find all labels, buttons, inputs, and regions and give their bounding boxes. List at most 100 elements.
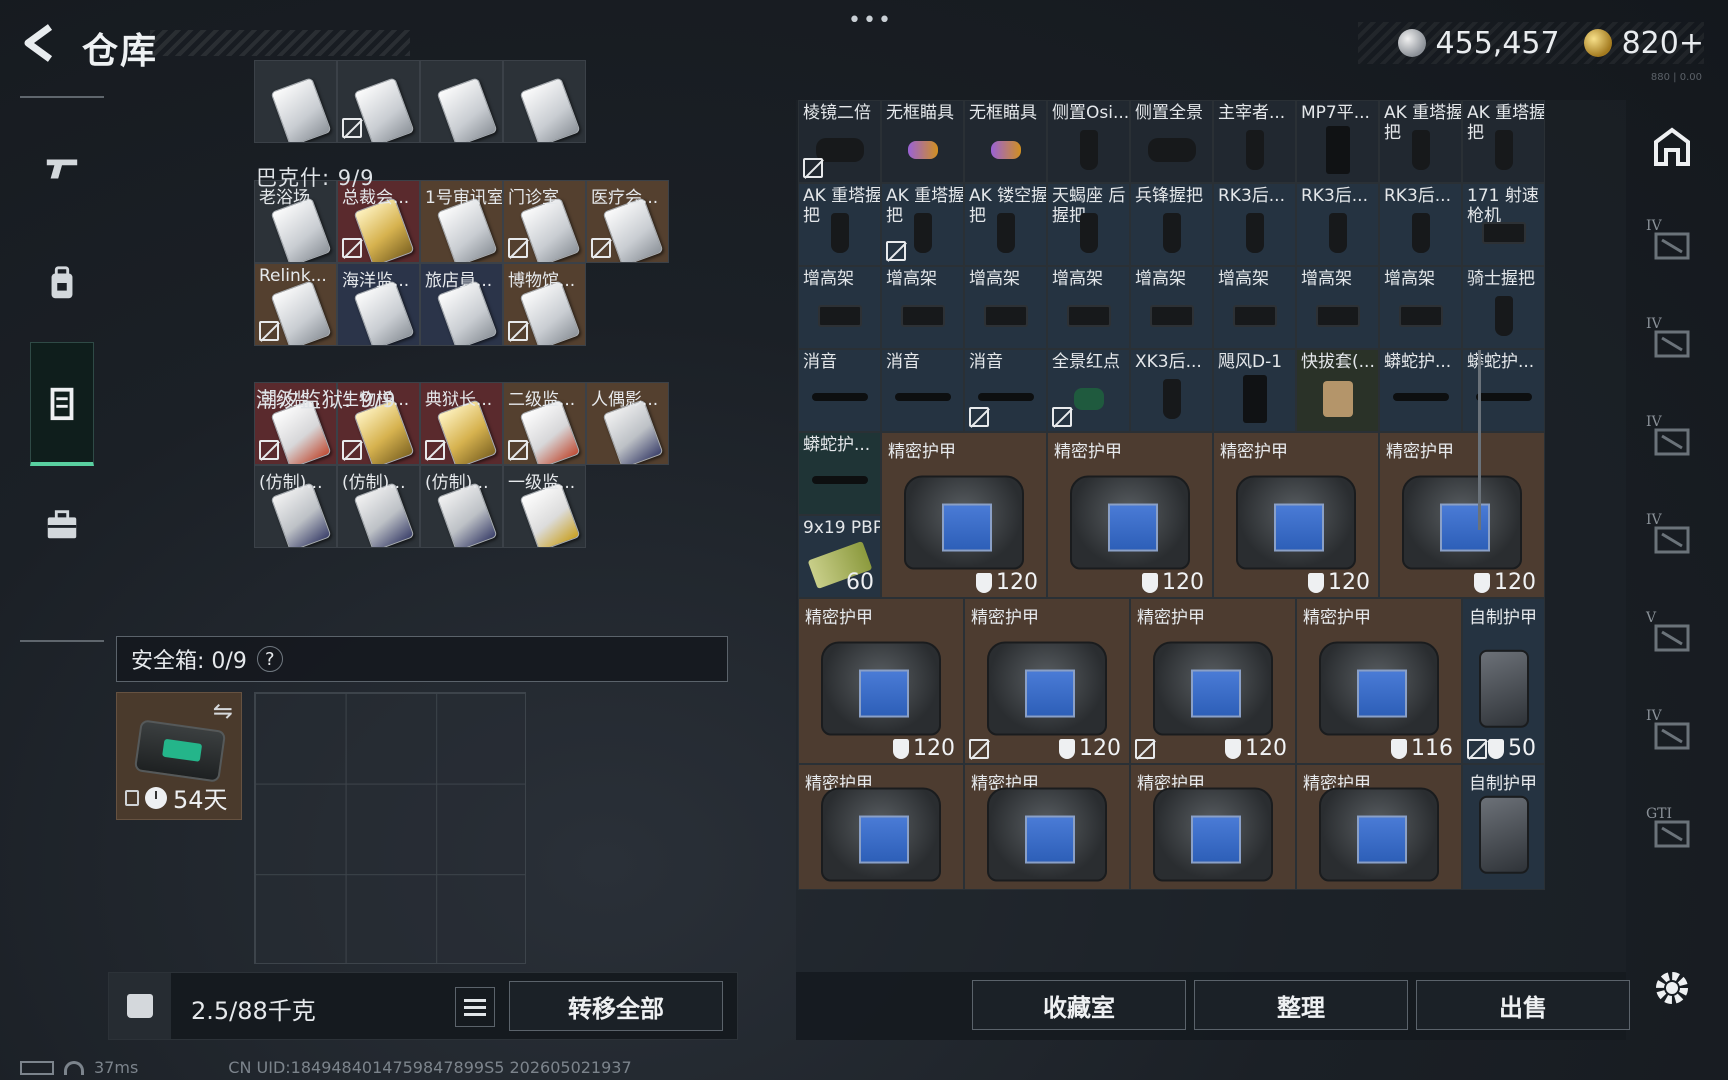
attachment-slot[interactable]: 无框瞄具 — [881, 100, 964, 183]
key-card-slot[interactable] — [503, 60, 586, 143]
side-facility-4[interactable]: IV — [1646, 512, 1698, 564]
armor-slot[interactable]: 精密护甲 — [1130, 764, 1296, 890]
armor-slot[interactable]: 精密护甲 — [964, 764, 1130, 890]
key-card-slot[interactable]: 人偶影... — [586, 382, 669, 465]
side-facility-6[interactable]: IV — [1646, 708, 1698, 760]
ammo-slot[interactable]: 9x19 PBP 60 — [798, 515, 881, 598]
armor-slot[interactable]: 自制护甲 50 — [1462, 598, 1545, 764]
side-facility-0[interactable] — [1646, 120, 1698, 172]
attachment-slot[interactable]: 兵锋握把 — [1130, 183, 1213, 266]
armor-slot[interactable]: 精密护甲 120 — [1213, 432, 1379, 598]
attachment-slot[interactable]: 增高架 — [1130, 266, 1213, 349]
key-card-slot[interactable]: 二级监... — [503, 382, 586, 465]
key-card-slot[interactable]: 总裁会... — [337, 180, 420, 263]
nav-weapons[interactable] — [30, 134, 94, 204]
attachment-slot[interactable]: RK3后... — [1213, 183, 1296, 266]
attachment-slot[interactable]: AK 重塔握把 — [798, 183, 881, 266]
armor-slot[interactable]: 自制护甲 — [1462, 764, 1545, 890]
armor-slot[interactable]: 精密护甲 116 — [1296, 598, 1462, 764]
safe-box-item[interactable]: ⇋ 54天 — [116, 692, 242, 820]
safe-box-slots[interactable] — [254, 692, 526, 964]
key-card-slot[interactable]: Relink... — [254, 263, 337, 346]
key-card-slot[interactable]: (仿制)... — [254, 465, 337, 548]
key-card-slot[interactable]: 博物馆... — [503, 263, 586, 346]
attachment-slot[interactable]: 快拔套(... — [1296, 349, 1379, 432]
armor-slot[interactable]: 精密护甲 120 — [1379, 432, 1545, 598]
attachment-slot[interactable]: 增高架 — [1379, 266, 1462, 349]
nav-backpack[interactable] — [30, 248, 94, 318]
key-card-slot[interactable]: 一级监... — [503, 465, 586, 548]
key-card-slot[interactable]: 海洋监... — [337, 263, 420, 346]
key-card-slot[interactable]: (仿制)... — [420, 465, 503, 548]
attachment-slot[interactable]: 增高架 — [1213, 266, 1296, 349]
key-card-slot[interactable]: (仿制)... — [337, 465, 420, 548]
attachment-slot[interactable]: 蟒蛇护... — [1462, 349, 1545, 432]
attachment-slot[interactable]: 无框瞄具 — [964, 100, 1047, 183]
grip-icon — [1162, 212, 1181, 253]
key-card-slot[interactable]: 老浴场 — [254, 180, 337, 263]
swap-icon[interactable]: ⇋ — [213, 697, 233, 725]
attachment-slot[interactable]: 增高架 — [798, 266, 881, 349]
scrollbar[interactable] — [1478, 350, 1481, 530]
key-card-slot[interactable] — [254, 60, 337, 143]
side-facility-3[interactable]: IV — [1646, 414, 1698, 466]
attachment-slot[interactable]: 增高架 — [964, 266, 1047, 349]
armor-slot[interactable]: 精密护甲 120 — [964, 598, 1130, 764]
side-facility-5[interactable]: V — [1646, 610, 1698, 662]
nav-briefcase[interactable] — [30, 490, 94, 560]
attachment-slot[interactable]: 蟒蛇护... — [798, 432, 881, 515]
transfer-all-button[interactable]: 转移全部 — [509, 981, 723, 1031]
attachment-slot[interactable]: 天蝎座 后握把 — [1047, 183, 1130, 266]
attachment-slot[interactable]: 消音 — [881, 349, 964, 432]
nav-locker[interactable] — [30, 342, 94, 466]
attachment-slot[interactable]: 增高架 — [1296, 266, 1379, 349]
armor-slot[interactable]: 精密护甲 — [798, 764, 964, 890]
armor-slot[interactable]: 精密护甲 120 — [1130, 598, 1296, 764]
key-card-slot[interactable]: 旅店員... — [420, 263, 503, 346]
key-card-slot[interactable]: 1号审讯室 — [420, 180, 503, 263]
attachment-slot[interactable]: 增高架 — [881, 266, 964, 349]
armor-slot[interactable]: 精密护甲 120 — [798, 598, 964, 764]
attachment-slot[interactable]: 飓风D-1 — [1213, 349, 1296, 432]
key-card-slot[interactable]: 门诊室 — [503, 180, 586, 263]
attachment-slot[interactable]: AK 重塔握把 — [1462, 100, 1545, 183]
attachment-slot[interactable]: 全景红点 — [1047, 349, 1130, 432]
attachment-slot[interactable]: 蟒蛇护... — [1379, 349, 1462, 432]
armor-slot[interactable]: 精密护甲 120 — [881, 432, 1047, 598]
armor-label: 精密护甲 — [1303, 608, 1371, 628]
list-view-button[interactable] — [455, 987, 495, 1027]
attachment-slot[interactable]: 消音 — [798, 349, 881, 432]
help-button[interactable]: ? — [256, 646, 283, 672]
side-facility-7[interactable]: GTI — [1646, 806, 1698, 858]
attachment-slot[interactable]: RK3后... — [1296, 183, 1379, 266]
attachment-slot[interactable]: AK 重塔握把 — [1379, 100, 1462, 183]
key-card-slot[interactable] — [420, 60, 503, 143]
attachment-slot[interactable]: 171 射速枪机 — [1462, 183, 1545, 266]
attachment-slot[interactable]: 骑士握把 — [1462, 266, 1545, 349]
currency-gold-value[interactable]: 820+ — [1622, 26, 1704, 61]
attachment-slot[interactable]: XK3后... — [1130, 349, 1213, 432]
collection-room-button[interactable]: 收藏室 — [972, 980, 1186, 1030]
attachment-slot[interactable]: 主宰者... — [1213, 100, 1296, 183]
attachment-slot[interactable]: 消音 — [964, 349, 1047, 432]
attachment-slot[interactable]: 棱镜二倍 — [798, 100, 881, 183]
back-button[interactable] — [18, 20, 58, 66]
side-facility-2[interactable]: IV — [1646, 316, 1698, 368]
key-card-slot[interactable]: 医疗会... — [586, 180, 669, 263]
more-menu-button[interactable]: ••• — [848, 8, 893, 33]
attachment-slot[interactable]: 侧置全景 — [1130, 100, 1213, 183]
sell-button[interactable]: 出售 — [1416, 980, 1630, 1030]
armor-slot[interactable]: 精密护甲 — [1296, 764, 1462, 890]
key-card-slot[interactable]: 典狱长... — [420, 382, 503, 465]
attachment-slot[interactable]: MP7平... — [1296, 100, 1379, 183]
attachment-slot[interactable]: AK 重塔握把 — [881, 183, 964, 266]
settings-button[interactable] — [1646, 962, 1698, 1014]
attachment-slot[interactable]: AK 镂空握把 — [964, 183, 1047, 266]
attachment-slot[interactable]: RK3后... — [1379, 183, 1462, 266]
side-facility-1[interactable]: IV — [1646, 218, 1698, 270]
attachment-slot[interactable]: 侧置Osi... — [1047, 100, 1130, 183]
attachment-slot[interactable]: 增高架 — [1047, 266, 1130, 349]
key-card-slot[interactable] — [337, 60, 420, 143]
armor-slot[interactable]: 精密护甲 120 — [1047, 432, 1213, 598]
organize-button[interactable]: 整理 — [1194, 980, 1408, 1030]
